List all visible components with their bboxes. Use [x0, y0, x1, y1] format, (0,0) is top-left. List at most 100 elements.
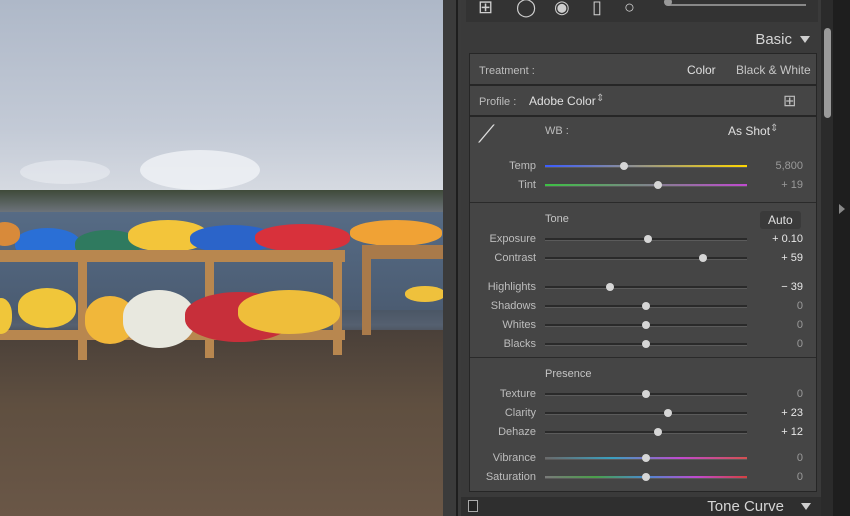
slider-row-whites: Whites 0 — [470, 316, 816, 334]
slider-value[interactable]: 0 — [797, 388, 803, 400]
slider-label: Temp — [509, 160, 536, 172]
right-edge — [833, 0, 850, 516]
rack-post — [78, 250, 87, 360]
treatment-label: Treatment : — [479, 65, 535, 77]
brush-size-slider[interactable] — [668, 4, 806, 6]
panel-toggle-icon[interactable] — [468, 500, 478, 512]
wb-dropdown-arrow-icon[interactable]: ⇕ — [770, 123, 778, 134]
slider-value[interactable]: + 12 — [781, 426, 803, 438]
slider-knob[interactable] — [654, 428, 663, 436]
rack-beam — [362, 245, 443, 259]
slider-knob[interactable] — [642, 340, 650, 348]
auto-tone-button[interactable]: Auto — [760, 211, 801, 229]
radial-filter-icon[interactable]: ○ — [624, 0, 635, 18]
slider-knob[interactable] — [605, 283, 614, 291]
kayak-red — [255, 224, 350, 252]
spot-removal-icon[interactable]: ◯ — [516, 0, 536, 18]
treatment-row: Treatment : Color Black & White — [469, 53, 817, 85]
slider-value[interactable]: + 19 — [781, 179, 803, 191]
slider-track-contrast[interactable] — [545, 254, 747, 262]
slider-value[interactable]: + 23 — [781, 407, 803, 419]
slider-track-blacks[interactable] — [545, 340, 747, 348]
slider-knob[interactable] — [642, 390, 650, 398]
slider-track-highlights[interactable] — [545, 283, 747, 291]
tone-title: Tone — [545, 213, 569, 225]
slider-knob[interactable] — [619, 162, 628, 170]
slider-knob[interactable] — [642, 454, 650, 462]
expand-filmstrip-arrow-icon[interactable] — [839, 204, 845, 214]
photo-preview — [0, 0, 443, 516]
tone-curve-title: Tone Curve — [707, 498, 784, 515]
kayak-yellow — [405, 286, 443, 302]
profile-dropdown[interactable]: Adobe Color — [529, 94, 596, 108]
profile-row: Profile : Adobe Color ⇕ ⊞ — [469, 85, 817, 116]
slider-track-temp[interactable] — [545, 162, 747, 170]
slider-label: Texture — [499, 388, 536, 400]
slider-value[interactable]: 0 — [797, 319, 803, 331]
slider-track-dehaze[interactable] — [545, 428, 747, 436]
panel-title: Basic — [755, 31, 792, 48]
slider-knob[interactable] — [642, 473, 650, 481]
treatment-bw-button[interactable]: Black & White — [736, 63, 811, 77]
kayak-yellow — [238, 290, 340, 334]
slider-track-vibrance[interactable] — [545, 454, 747, 462]
slider-row-exposure: Exposure + 0.10 — [470, 230, 816, 248]
slider-label: Exposure — [489, 233, 536, 245]
shoreline — [0, 190, 443, 212]
slider-track-clarity[interactable] — [545, 409, 747, 417]
slider-knob[interactable] — [644, 235, 653, 243]
slider-track-texture[interactable] — [545, 390, 747, 398]
ground — [0, 330, 443, 516]
crop-overlay-icon[interactable]: ⊞ — [478, 0, 493, 18]
slider-knob[interactable] — [642, 302, 650, 310]
splitter-line — [456, 0, 458, 516]
basic-panel-header[interactable]: Basic — [468, 26, 816, 50]
panel-splitter[interactable] — [443, 0, 461, 516]
slider-value[interactable]: + 59 — [781, 252, 803, 264]
slider-row-temp: Temp 5,800 — [470, 157, 816, 175]
slider-knob[interactable] — [698, 254, 707, 262]
red-eye-icon[interactable]: ◉ — [554, 0, 570, 18]
slider-track-tint[interactable] — [545, 181, 747, 189]
slider-track-whites[interactable] — [545, 321, 747, 329]
slider-value[interactable]: + 0.10 — [772, 233, 803, 245]
slider-value[interactable]: − 39 — [781, 281, 803, 293]
cloud — [20, 160, 110, 184]
slider-knob[interactable] — [642, 321, 650, 329]
slider-row-shadows: Shadows 0 — [470, 297, 816, 315]
treatment-color-button[interactable]: Color — [687, 63, 716, 77]
divider — [470, 357, 816, 358]
kayak-orange — [350, 220, 442, 246]
slider-track-exposure[interactable] — [545, 235, 747, 243]
kayak-yellow — [18, 288, 76, 328]
slider-value[interactable]: 0 — [797, 452, 803, 464]
collapse-triangle-icon[interactable] — [800, 36, 810, 43]
tone-curve-header[interactable]: Tone Curve — [461, 497, 821, 516]
wb-label: WB : — [545, 125, 569, 137]
slider-row-vibrance: Vibrance 0 — [470, 449, 816, 467]
slider-label: Whites — [502, 319, 536, 331]
graduated-filter-icon[interactable]: ▯ — [592, 0, 602, 18]
white-balance-eyedropper-icon[interactable]: ⟋ — [478, 121, 495, 149]
wb-dropdown[interactable]: As Shot — [728, 124, 770, 138]
collapse-triangle-icon[interactable] — [801, 503, 811, 510]
slider-value[interactable]: 0 — [797, 300, 803, 312]
slider-label: Blacks — [503, 338, 536, 350]
profile-dropdown-arrow-icon[interactable]: ⇕ — [596, 93, 604, 104]
slider-row-dehaze: Dehaze + 12 — [470, 423, 816, 441]
slider-value[interactable]: 0 — [797, 338, 803, 350]
slider-row-saturation: Saturation 0 — [470, 468, 816, 486]
basic-adjustments: ⟋ WB : As Shot ⇕ Temp 5,800 Tint + 19 Tone … — [469, 116, 817, 492]
slider-value[interactable]: 0 — [797, 471, 803, 483]
slider-knob[interactable] — [654, 181, 663, 189]
slider-knob[interactable] — [664, 409, 673, 417]
panel-scrollbar[interactable] — [824, 28, 831, 118]
slider-label: Saturation — [485, 471, 536, 483]
slider-row-tint: Tint + 19 — [470, 176, 816, 194]
slider-value[interactable]: 5,800 — [775, 160, 803, 172]
slider-label: Shadows — [490, 300, 536, 312]
profile-browser-grid-icon[interactable]: ⊞ — [783, 91, 796, 111]
slider-track-saturation[interactable] — [545, 473, 747, 481]
divider — [470, 202, 816, 203]
slider-track-shadows[interactable] — [545, 302, 747, 310]
